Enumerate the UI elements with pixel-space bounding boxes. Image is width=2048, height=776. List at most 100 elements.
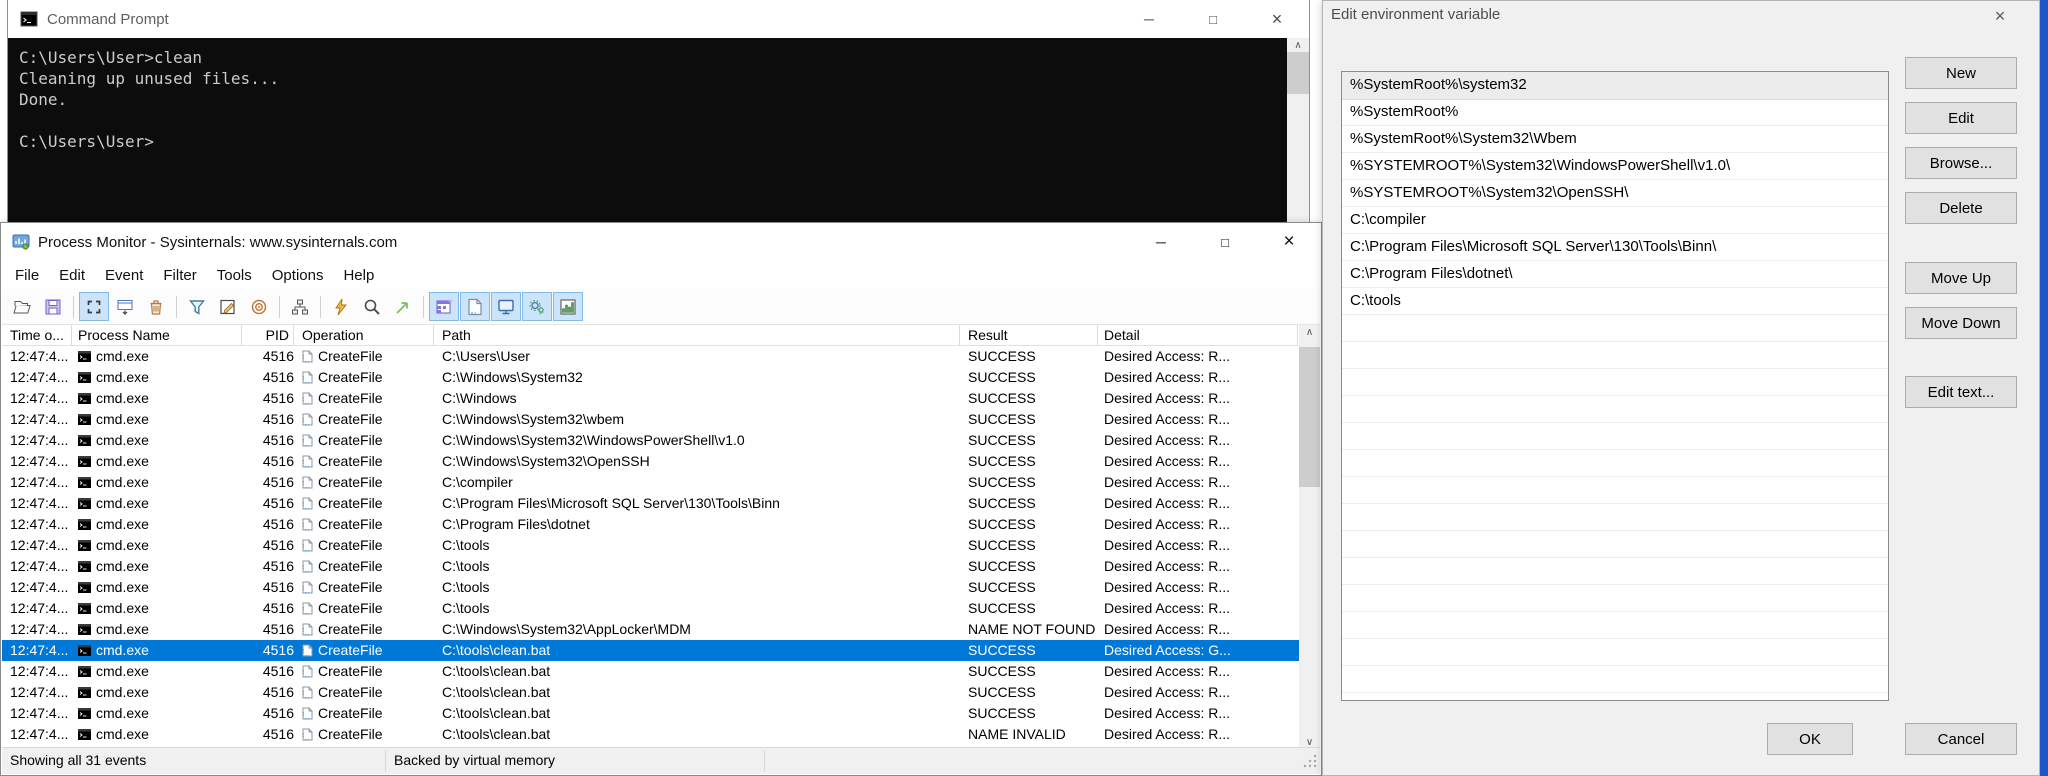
cmd-titlebar[interactable]: Command Prompt ─ □ × <box>8 0 1309 38</box>
cell-pid: 4516 <box>262 348 294 364</box>
move-down-button[interactable]: Move Down <box>1905 307 2017 339</box>
table-row-selected[interactable]: 12:47:4... cmd.exe 4516 CreateFile C:\tools\… <box>2 640 1299 661</box>
cancel-button[interactable]: Cancel <box>1905 723 2017 755</box>
new-button[interactable]: New <box>1905 57 2017 89</box>
delete-button[interactable]: Delete <box>1905 192 2017 224</box>
browse-button[interactable]: Browse... <box>1905 147 2017 179</box>
table-row[interactable]: 12:47:4... cmd.exe 4516 CreateFile C:\compil… <box>2 472 1299 493</box>
environment-variable-list[interactable]: %SystemRoot%\system32 %SystemRoot% %System… <box>1341 71 1889 701</box>
table-row[interactable]: 12:47:4... cmd.exe 4516 CreateFile C:\tools\… <box>2 703 1299 724</box>
include-target-icon[interactable] <box>244 292 274 321</box>
env-list-item[interactable]: %SystemRoot% <box>1342 99 1888 126</box>
env-list-item[interactable]: C:\compiler <box>1342 207 1888 234</box>
column-header-time[interactable]: Time o... <box>2 325 72 345</box>
cmd-file-icon <box>78 351 91 362</box>
env-list-item[interactable]: %SYSTEMROOT%\System32\WindowsPowerShell\… <box>1342 153 1888 180</box>
column-header-pid[interactable]: PID <box>242 325 294 345</box>
cell-result: SUCCESS <box>968 369 1036 385</box>
jump-to-icon[interactable] <box>388 292 418 321</box>
column-header-op[interactable]: Operation <box>298 325 434 345</box>
open-icon[interactable] <box>7 292 37 321</box>
table-row[interactable]: 12:47:4... cmd.exe 4516 CreateFile C:\Window… <box>2 388 1299 409</box>
menu-help[interactable]: Help <box>333 263 384 288</box>
column-header-process[interactable]: Process Name <box>72 325 242 345</box>
process-tree-icon[interactable] <box>285 292 315 321</box>
cell-pid: 4516 <box>262 537 294 553</box>
save-icon[interactable] <box>38 292 68 321</box>
table-row[interactable]: 12:47:4... cmd.exe 4516 CreateFile C:\tools\… <box>2 682 1299 703</box>
cmd-maximize-button[interactable]: □ <box>1181 0 1245 38</box>
procmon-close-button[interactable]: × <box>1257 223 1321 261</box>
table-row[interactable]: 12:47:4... cmd.exe 4516 CreateFile C:\tools S… <box>2 556 1299 577</box>
table-row[interactable]: 12:47:4... cmd.exe 4516 CreateFile C:\Progra… <box>2 514 1299 535</box>
procmon-window-title: Process Monitor - Sysinternals: www.sysi… <box>38 233 398 251</box>
procmon-scrollbar[interactable]: ∧ ∨ <box>1299 325 1320 751</box>
filter-icon[interactable] <box>182 292 212 321</box>
menu-event[interactable]: Event <box>95 263 153 288</box>
highlight-icon[interactable] <box>213 292 243 321</box>
show-file-system-icon[interactable] <box>460 292 490 321</box>
cell-op: CreateFile <box>298 598 434 619</box>
cell-result: SUCCESS <box>968 474 1036 490</box>
procmon-scroll-up-icon[interactable]: ∧ <box>1299 325 1320 341</box>
cell-detail: Desired Access: R... <box>1104 621 1231 637</box>
cmd-scroll-thumb[interactable] <box>1287 52 1309 94</box>
cell-result: SUCCESS <box>968 495 1036 511</box>
cell-pid: 4516 <box>262 684 294 700</box>
capture-icon[interactable] <box>79 292 109 321</box>
show-network-icon[interactable] <box>491 292 521 321</box>
console-output[interactable]: C:\Users\User>clean Cleaning up unused fi… <box>8 38 1309 229</box>
procmon-minimize-button[interactable]: ─ <box>1129 223 1193 261</box>
procmon-maximize-button[interactable]: □ <box>1193 223 1257 261</box>
cell-process: cmd.exe <box>72 430 242 451</box>
show-profiling-icon[interactable] <box>553 292 583 321</box>
show-process-icon[interactable] <box>522 292 552 321</box>
cmd-scrollbar[interactable]: ∧ <box>1287 38 1309 229</box>
menu-tools[interactable]: Tools <box>207 263 262 288</box>
table-row[interactable]: 12:47:4... cmd.exe 4516 CreateFile C:\tools S… <box>2 535 1299 556</box>
edit-button[interactable]: Edit <box>1905 102 2017 134</box>
table-row[interactable]: 12:47:4... cmd.exe 4516 CreateFile C:\tools\… <box>2 724 1299 745</box>
env-list-item[interactable]: C:\Program Files\dotnet\ <box>1342 261 1888 288</box>
table-row[interactable]: 12:47:4... cmd.exe 4516 CreateFile C:\tools S… <box>2 598 1299 619</box>
procmon-scroll-thumb[interactable] <box>1299 347 1320 487</box>
menu-options[interactable]: Options <box>262 263 334 288</box>
procmon-app-icon <box>12 234 30 250</box>
column-header-path[interactable]: Path <box>434 325 960 345</box>
table-row[interactable]: 12:47:4... cmd.exe 4516 CreateFile C:\Window… <box>2 367 1299 388</box>
table-row[interactable]: 12:47:4... cmd.exe 4516 CreateFile C:\Window… <box>2 619 1299 640</box>
env-list-item[interactable]: C:\Program Files\Microsoft SQL Server\13… <box>1342 234 1888 261</box>
clear-icon[interactable] <box>141 292 171 321</box>
cell-op: CreateFile <box>298 724 434 745</box>
table-row[interactable]: 12:47:4... cmd.exe 4516 CreateFile C:\Progra… <box>2 493 1299 514</box>
edit-text-button[interactable]: Edit text... <box>1905 376 2017 408</box>
env-list-item[interactable]: %SystemRoot%\system32 <box>1342 72 1888 100</box>
autoscroll-icon[interactable] <box>110 292 140 321</box>
cmd-file-icon <box>78 435 91 446</box>
show-registry-icon[interactable] <box>429 292 459 321</box>
cell-time: 12:47:4... <box>10 684 69 700</box>
lightning-icon[interactable] <box>326 292 356 321</box>
table-row[interactable]: 12:47:4... cmd.exe 4516 CreateFile C:\Window… <box>2 409 1299 430</box>
env-list-item[interactable]: %SYSTEMROOT%\System32\OpenSSH\ <box>1342 180 1888 207</box>
ok-button[interactable]: OK <box>1767 723 1853 755</box>
table-row[interactable]: 12:47:4... cmd.exe 4516 CreateFile C:\Users\… <box>2 346 1299 367</box>
search-icon[interactable] <box>357 292 387 321</box>
table-row[interactable]: 12:47:4... cmd.exe 4516 CreateFile C:\Window… <box>2 451 1299 472</box>
resize-grip-icon[interactable] <box>1303 754 1317 771</box>
cmd-minimize-button[interactable]: ─ <box>1117 0 1181 38</box>
cmd-close-button[interactable]: × <box>1245 0 1309 38</box>
env-list-item[interactable]: C:\tools <box>1342 288 1888 315</box>
dialog-close-button[interactable]: × <box>1983 3 2017 29</box>
procmon-titlebar[interactable]: Process Monitor - Sysinternals: www.sysi… <box>1 223 1321 261</box>
table-row[interactable]: 12:47:4... cmd.exe 4516 CreateFile C:\Window… <box>2 430 1299 451</box>
table-row[interactable]: 12:47:4... cmd.exe 4516 CreateFile C:\tools S… <box>2 577 1299 598</box>
menu-edit[interactable]: Edit <box>49 263 95 288</box>
menu-filter[interactable]: Filter <box>153 263 206 288</box>
column-header-result[interactable]: Result <box>960 325 1098 345</box>
column-header-detail[interactable]: Detail <box>1098 325 1298 345</box>
move-up-button[interactable]: Move Up <box>1905 262 2017 294</box>
table-row[interactable]: 12:47:4... cmd.exe 4516 CreateFile C:\tools\… <box>2 661 1299 682</box>
menu-file[interactable]: File <box>5 263 49 288</box>
env-list-item[interactable]: %SystemRoot%\System32\Wbem <box>1342 126 1888 153</box>
